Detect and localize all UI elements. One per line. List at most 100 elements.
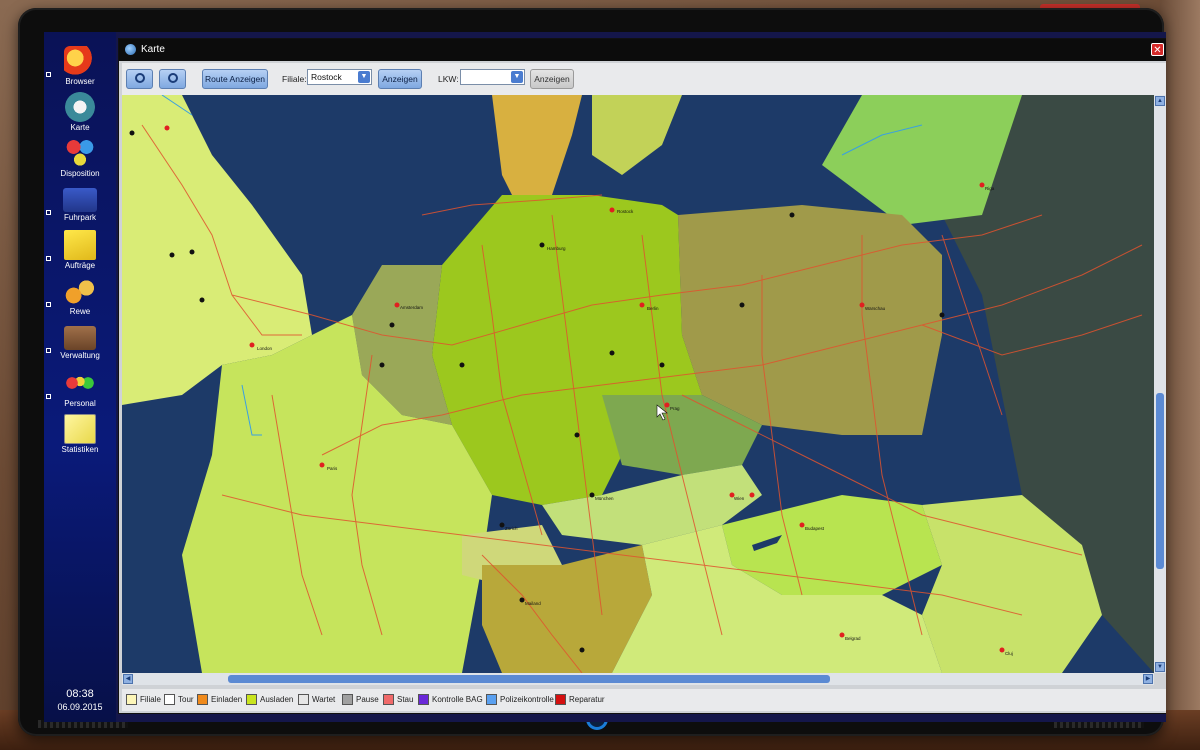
legend-swatch xyxy=(486,694,497,705)
shortcut-arrow-icon xyxy=(46,394,51,399)
city-label-rostock: Rostock xyxy=(617,209,634,214)
city-label-muenchen: München xyxy=(595,496,614,501)
city-label-bukarest: Cluj xyxy=(1005,651,1013,656)
city-label-belgrad: Belgrad xyxy=(845,636,861,641)
sidebar-item-statistiken[interactable]: Statistiken xyxy=(44,414,116,458)
zoom-in-button[interactable] xyxy=(126,69,153,89)
city-marker xyxy=(609,350,615,356)
scroll-thumb[interactable] xyxy=(1156,393,1164,569)
city-marker xyxy=(609,207,615,213)
city-marker xyxy=(749,492,755,498)
city-label-mailand: Mailand xyxy=(525,601,541,606)
zoom-out-button[interactable] xyxy=(159,69,186,89)
sidebar-item-fuhrpark[interactable]: Fuhrpark xyxy=(44,184,116,228)
region-poland xyxy=(678,205,942,435)
legend-item-ausladen: Ausladen xyxy=(246,694,293,706)
map-vertical-scrollbar[interactable]: ▲ ▼ xyxy=(1154,95,1166,673)
city-label-budapest: Budapest xyxy=(805,526,825,531)
city-marker xyxy=(199,297,205,303)
city-marker xyxy=(979,182,985,188)
people-icon xyxy=(64,368,96,398)
scroll-right-button[interactable]: ▶ xyxy=(1143,674,1153,684)
city-marker xyxy=(539,242,545,248)
legend-label: Polizeikontrolle xyxy=(500,695,554,704)
chevron-down-icon: ▼ xyxy=(358,71,370,83)
map-horizontal-scrollbar[interactable]: ◀ ▶ xyxy=(122,673,1154,685)
sidebar-item-auftraege[interactable]: Aufträge xyxy=(44,230,116,274)
sidebar-item-disposition[interactable]: Disposition xyxy=(44,138,116,182)
legend-swatch xyxy=(342,694,353,705)
chart-icon xyxy=(64,414,96,444)
legend-item-kontrolle-bag: Kontrolle BAG xyxy=(418,694,483,706)
sidebar-item-label: Personal xyxy=(64,399,96,408)
clock-time: 08:38 xyxy=(66,688,94,700)
sidebar-item-label: Karte xyxy=(70,123,90,132)
europe-map[interactable]: London Paris Hamburg Berlin Rostock Prag… xyxy=(122,95,1154,673)
scroll-down-button[interactable]: ▼ xyxy=(1155,662,1165,672)
desktop-sidebar: Browser Karte Disposition Fuhrpark Auftr… xyxy=(44,32,116,722)
legend-swatch xyxy=(164,694,175,705)
monitor-frame: Browser Karte Disposition Fuhrpark Auftr… xyxy=(18,8,1166,736)
city-marker xyxy=(164,125,170,131)
legend-label: Filiale xyxy=(140,695,161,704)
sidebar-item-personal[interactable]: Personal xyxy=(44,368,116,412)
city-marker xyxy=(739,302,745,308)
scroll-left-button[interactable]: ◀ xyxy=(123,674,133,684)
city-label-wien: Wien xyxy=(734,496,745,501)
scroll-thumb[interactable] xyxy=(228,675,830,683)
city-marker xyxy=(859,302,865,308)
city-marker xyxy=(939,312,945,318)
legend-label: Kontrolle BAG xyxy=(432,695,483,704)
lkw-select[interactable]: ▼ xyxy=(460,69,525,85)
lkw-show-button[interactable]: Anzeigen xyxy=(530,69,574,89)
city-label-london: London xyxy=(257,346,273,351)
legend-swatch xyxy=(383,694,394,705)
city-label-berlin: Berlin xyxy=(647,306,659,311)
legend-swatch xyxy=(418,694,429,705)
city-marker xyxy=(664,402,670,408)
legend-label: Reparatur xyxy=(569,695,605,704)
clock-date: 06.09.2015 xyxy=(57,702,103,712)
legend-item-wartet: Wartet xyxy=(298,694,335,706)
city-label-warschau: Warschau xyxy=(865,306,886,311)
sidebar-item-label: Rewe xyxy=(69,307,91,316)
close-button[interactable]: ✕ xyxy=(1151,43,1164,56)
legend-item-stau: Stau xyxy=(383,694,413,706)
sidebar-item-verwaltung[interactable]: Verwaltung xyxy=(44,322,116,366)
sidebar-item-browser[interactable]: Browser xyxy=(44,46,116,90)
map-legend: Filiale Tour Einladen Ausladen Wartet Pa… xyxy=(122,689,1166,711)
system-clock: 08:38 06.09.2015 xyxy=(44,688,116,712)
room-wall xyxy=(1160,0,1200,750)
window-titlebar[interactable]: Karte ✕ xyxy=(119,39,1166,61)
map-toolbar: Route Anzeigen Filiale: Rostock ▼ Anzeig… xyxy=(122,63,1166,95)
legend-swatch xyxy=(126,694,137,705)
zoom-in-icon xyxy=(134,73,145,83)
legend-swatch xyxy=(555,694,566,705)
route-show-button[interactable]: Route Anzeigen xyxy=(202,69,268,89)
filiale-select-value: Rostock xyxy=(311,72,342,82)
legend-label: Wartet xyxy=(312,695,336,704)
city-label-prag: Prag xyxy=(670,406,680,411)
legend-item-reparatur: Reparatur xyxy=(555,694,605,706)
sidebar-item-karte[interactable]: Karte xyxy=(44,92,116,136)
sidebar-item-rewe[interactable]: Rewe xyxy=(44,276,116,320)
city-marker xyxy=(799,522,805,528)
city-marker xyxy=(379,362,385,368)
city-marker xyxy=(589,492,595,498)
legend-swatch xyxy=(246,694,257,705)
legend-item-polizeikontrolle: Polizeikontrolle xyxy=(486,694,554,706)
filiale-show-button[interactable]: Anzeigen xyxy=(378,69,422,89)
browser-icon xyxy=(64,46,96,76)
city-marker xyxy=(659,362,665,368)
sidebar-item-label: Aufträge xyxy=(64,261,96,270)
city-marker xyxy=(394,302,400,308)
shortcut-arrow-icon xyxy=(46,256,51,261)
city-label-zuerich: Zürich xyxy=(505,526,518,531)
filiale-select[interactable]: Rostock ▼ xyxy=(307,69,372,85)
legend-item-pause: Pause xyxy=(342,694,379,706)
city-marker xyxy=(189,249,195,255)
scroll-up-button[interactable]: ▲ xyxy=(1155,96,1165,106)
chevron-down-icon: ▼ xyxy=(511,71,523,83)
city-marker xyxy=(789,212,795,218)
folder-icon xyxy=(64,230,96,260)
